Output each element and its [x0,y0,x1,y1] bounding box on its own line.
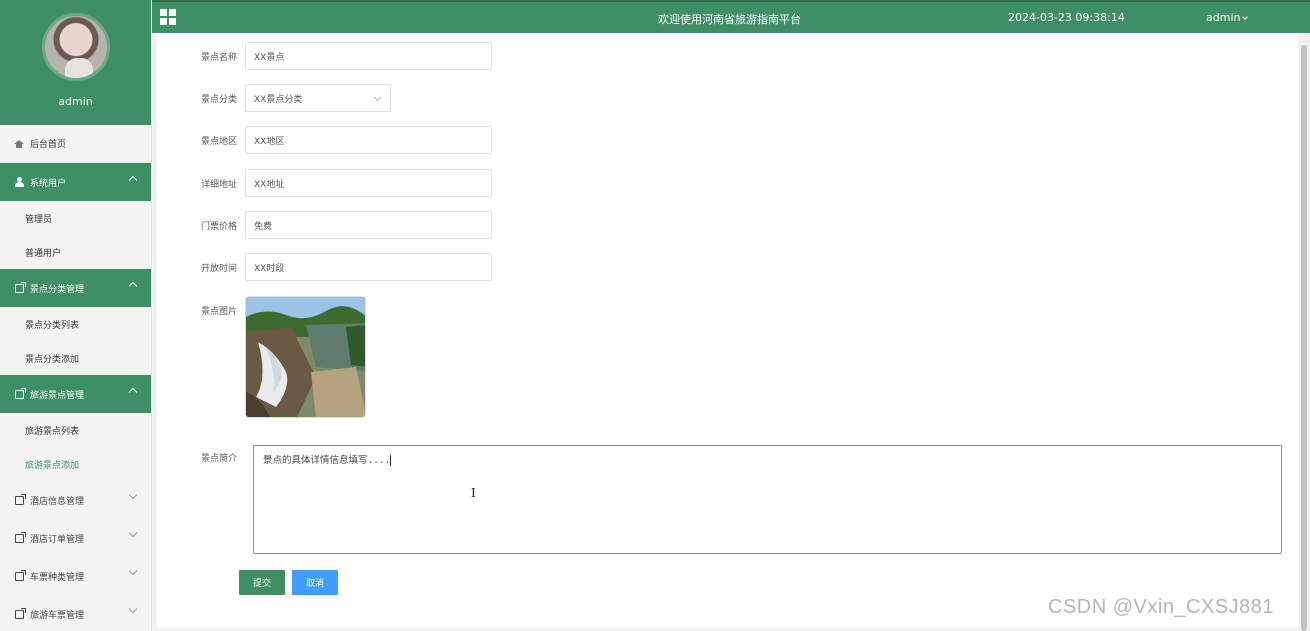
user-icon [14,177,24,187]
hours-input[interactable]: XX时段 [245,253,492,281]
form-row-intro: 景点简介 [157,451,245,464]
watermark: CSDN @Vxin_CXSJ881 [1048,596,1275,618]
sidebar-group-label: 酒店信息管理 [30,496,85,507]
avatar[interactable] [41,13,110,81]
intro-label: 景点简介 [200,454,237,464]
chevron-down-icon [128,604,138,614]
chevron-down-icon [128,528,138,538]
form-row-region: 景点地区 XX地区 [157,126,492,154]
sidebar-group-label: 景点分类管理 [30,284,85,295]
chevron-down-icon [373,93,382,102]
price-label: 门票价格 [200,221,237,232]
sidebar-group-hotel-orders[interactable]: 酒店订单管理 [0,519,151,557]
document-icon [14,531,26,543]
region-input[interactable]: XX地区 [245,126,492,154]
scenic-image-upload[interactable] [245,296,366,418]
page-scrollbar[interactable] [1298,33,1310,631]
header-datetime: 2024-03-23 09:38:14 [1008,11,1125,24]
user-menu-label: admin [1206,11,1241,24]
sidebar-group-label: 车票种类管理 [30,572,85,583]
image-label: 景点图片 [200,307,237,317]
scrollbar-thumb[interactable] [1301,45,1307,631]
header-title: 欢迎使用河南省旅游指南平台 [658,13,801,26]
cancel-button[interactable]: 取消 [292,570,338,595]
form-row-price: 门票价格 免费 [157,211,492,239]
chevron-up-icon [128,281,138,291]
text-cursor-icon: I [471,486,476,500]
document-icon [14,569,26,581]
sidebar-group-label: 系统用户 [30,178,67,189]
hours-label: 开放时间 [200,263,237,274]
sidebar-group-category-mgmt[interactable]: 景点分类管理 [0,269,151,307]
chevron-down-icon [128,566,138,576]
intro-textarea[interactable]: 景点的具体详情信息填写.... [253,445,1282,554]
price-input[interactable]: 免费 [245,211,492,239]
document-icon [14,493,26,505]
sidebar-item-admins[interactable]: 管理员 [0,201,151,235]
form-row-category: 景点分类 XX景点分类 [157,84,391,112]
category-select[interactable]: XX景点分类 [245,84,391,112]
category-label: 景点分类 [200,94,237,105]
home-icon [14,139,24,149]
sidebar: admin 后台首页 系统用户 管理员 普通用户 景点分类管理 景点分类列表 景… [0,0,152,631]
address-input[interactable]: XX地址 [245,169,492,197]
sidebar-item-home[interactable]: 后台首页 [0,125,151,163]
profile-name: admin [58,95,93,108]
chevron-up-icon [128,387,138,397]
address-label: 详细地址 [200,179,237,190]
profile-panel: admin [0,0,151,125]
scenic-add-form: 景点名称 XX景点 景点分类 XX景点分类 景点地区 XX地区 详细地址 XX地… [157,33,1298,627]
document-icon [14,607,26,619]
submit-button[interactable]: 提交 [239,570,285,595]
sidebar-group-hotel-info[interactable]: 酒店信息管理 [0,481,151,519]
chevron-up-icon [128,175,138,185]
form-row-hours: 开放时间 XX时段 [157,253,492,281]
document-icon [14,281,26,293]
menu-grid-icon[interactable] [160,9,176,25]
form-row-image: 景点图片 [157,296,366,418]
chevron-down-icon [1242,14,1249,20]
top-header: 欢迎使用河南省旅游指南平台 2024-03-23 09:38:14 admin [152,0,1310,33]
sidebar-group-label: 旅游景点管理 [30,390,85,401]
text-caret [390,455,392,466]
sidebar-group-travel-tickets[interactable]: 旅游车票管理 [0,595,151,631]
sidebar-group-ticket-types[interactable]: 车票种类管理 [0,557,151,595]
scenic-photo [246,297,365,417]
name-input[interactable]: XX景点 [245,42,492,70]
form-row-name: 景点名称 XX景点 [157,42,492,70]
sidebar-item-category-add[interactable]: 景点分类添加 [0,341,151,375]
document-icon [14,387,26,399]
region-label: 景点地区 [200,136,237,147]
name-label: 景点名称 [200,52,237,63]
sidebar-group-label: 旅游车票管理 [30,610,85,621]
user-menu[interactable]: admin [1206,11,1249,24]
sidebar-item-scenic-add[interactable]: 旅游景点添加 [0,447,151,481]
sidebar-group-scenic-mgmt[interactable]: 旅游景点管理 [0,375,151,413]
category-select-value: XX景点分类 [254,94,303,105]
sidebar-item-label: 后台首页 [30,140,67,150]
sidebar-group-label: 酒店订单管理 [30,534,85,545]
sidebar-item-users[interactable]: 普通用户 [0,235,151,269]
form-row-address: 详细地址 XX地址 [157,169,492,197]
chevron-down-icon [128,490,138,500]
sidebar-item-category-list[interactable]: 景点分类列表 [0,307,151,341]
sidebar-item-scenic-list[interactable]: 旅游景点列表 [0,413,151,447]
sidebar-group-system-users[interactable]: 系统用户 [0,163,151,201]
intro-text: 景点的具体详情信息填写.... [263,455,391,466]
